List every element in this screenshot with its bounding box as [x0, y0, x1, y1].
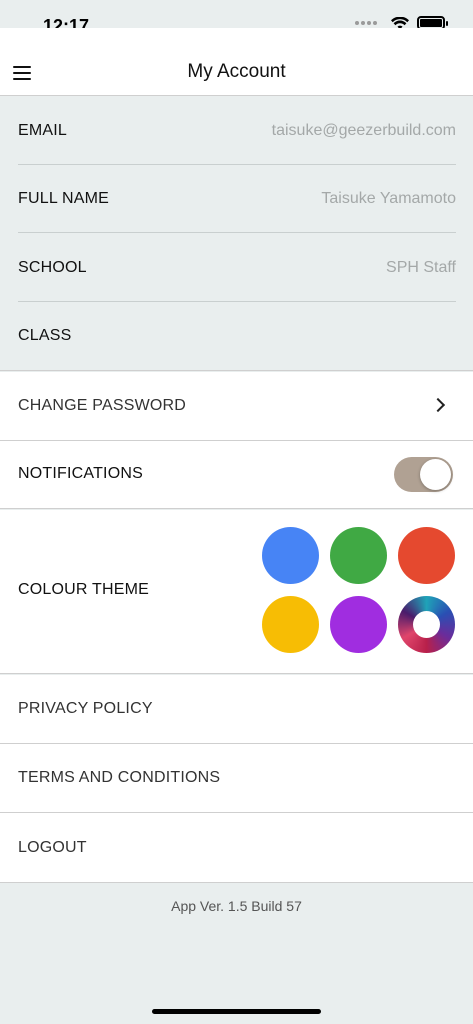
change-password-row[interactable]: CHANGE PASSWORD — [0, 372, 473, 441]
home-indicator[interactable] — [152, 1009, 321, 1014]
theme-swatch-blue[interactable] — [262, 527, 319, 584]
terms-row[interactable]: TERMS AND CONDITIONS — [0, 744, 473, 813]
account-info-section: EMAIL taisuke@geezerbuild.com FULL NAME … — [0, 97, 473, 371]
gradient-ring-icon[interactable] — [398, 596, 455, 653]
school-row: SCHOOL SPH Staff — [18, 234, 456, 302]
terms-label: TERMS AND CONDITIONS — [18, 769, 221, 786]
change-password-label: CHANGE PASSWORD — [18, 397, 187, 414]
email-row: EMAIL taisuke@geezerbuild.com — [18, 97, 456, 165]
school-value: SPH Staff — [386, 259, 456, 276]
colour-theme-label: COLOUR THEME — [18, 581, 150, 598]
privacy-policy-row[interactable]: PRIVACY POLICY — [0, 675, 473, 744]
school-label: SCHOOL — [18, 259, 87, 276]
theme-swatch-red[interactable] — [398, 527, 455, 584]
email-value: taisuke@geezerbuild.com — [271, 122, 456, 139]
notifications-toggle[interactable] — [394, 457, 453, 492]
full-name-row: FULL NAME Taisuke Yamamoto — [18, 165, 456, 233]
status-bar: 12:17 — [0, 0, 473, 36]
theme-swatch-green[interactable] — [330, 527, 387, 584]
colour-theme-row: COLOUR THEME — [0, 510, 473, 674]
full-name-value: Taisuke Yamamoto — [321, 190, 456, 207]
class-row: CLASS — [18, 302, 456, 370]
notifications-label: NOTIFICATIONS — [18, 465, 143, 482]
app-version: App Ver. 1.5 Build 57 — [171, 898, 302, 914]
class-label: CLASS — [18, 327, 72, 344]
signal-icon — [355, 21, 377, 25]
chevron-right-icon — [430, 397, 446, 413]
full-name-label: FULL NAME — [18, 190, 110, 207]
toggle-knob — [420, 459, 451, 490]
theme-swatch-yellow[interactable] — [262, 596, 319, 653]
nav-bar: My Account — [0, 28, 473, 96]
email-label: EMAIL — [18, 122, 68, 139]
privacy-policy-label: PRIVACY POLICY — [18, 700, 153, 717]
page-title: My Account — [187, 61, 286, 82]
theme-swatch-purple[interactable] — [330, 596, 387, 653]
logout-label: LOGOUT — [18, 839, 87, 856]
logout-row[interactable]: LOGOUT — [0, 813, 473, 883]
